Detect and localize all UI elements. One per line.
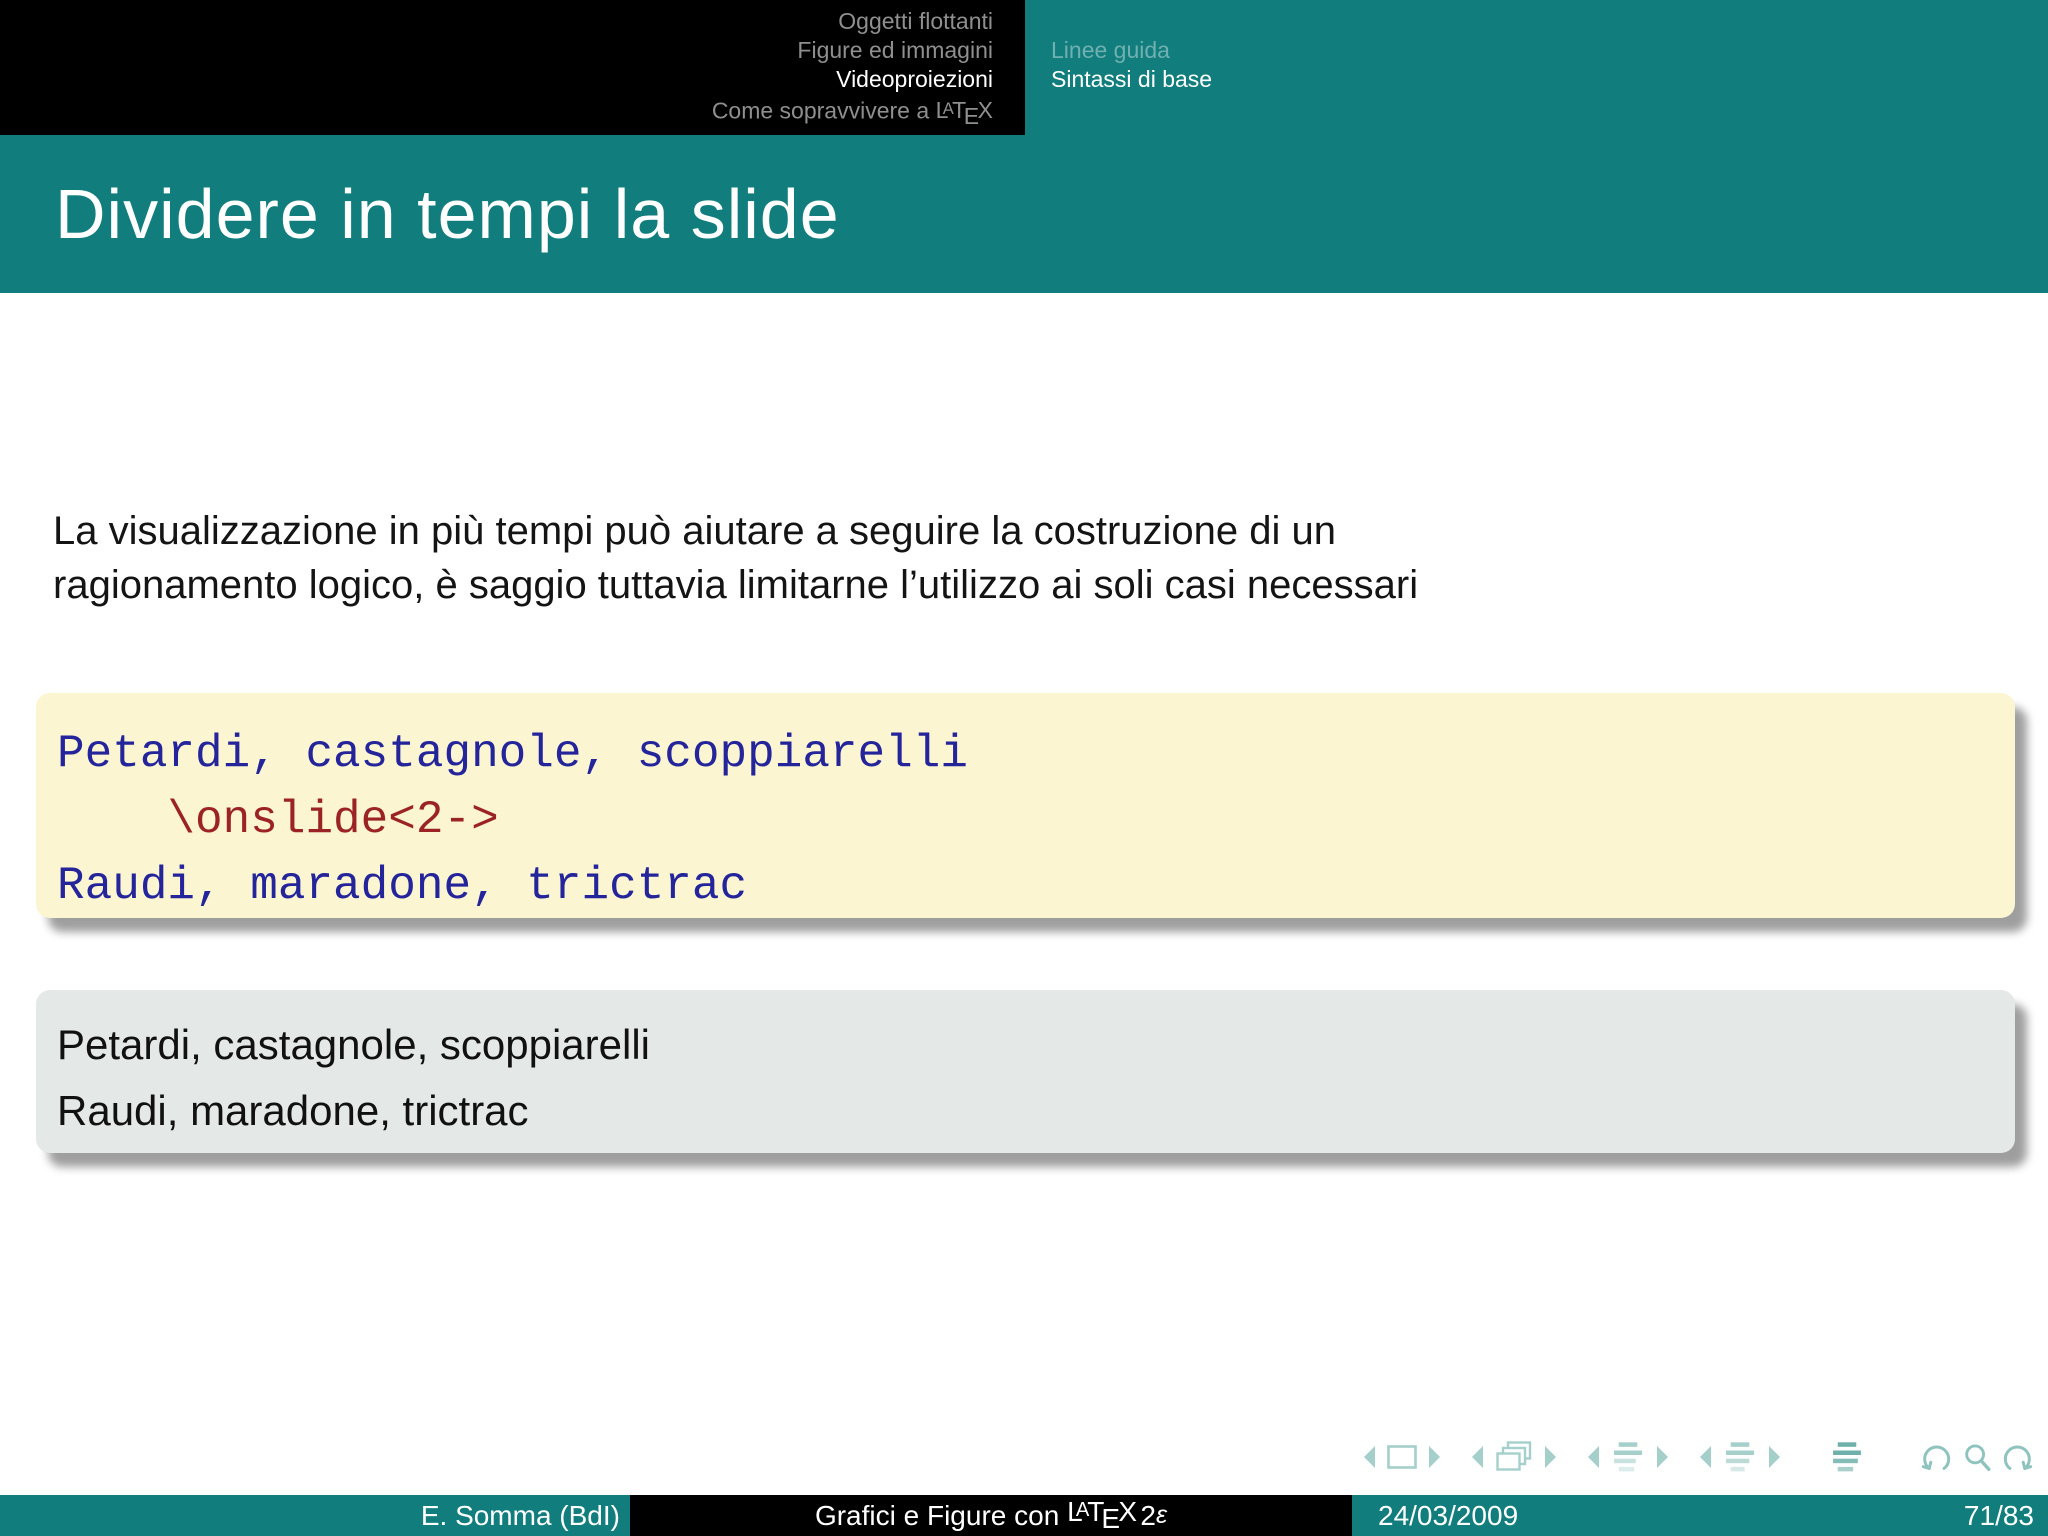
latex-logo: LATEX xyxy=(935,97,993,129)
nav-frame-stack-icon[interactable] xyxy=(1495,1441,1533,1473)
header-subsections: Linee guida Sintassi di base xyxy=(1051,36,1212,94)
example-line: Petardi, castagnole, scoppiarelli xyxy=(57,1021,651,1068)
latex-logo: LATEX xyxy=(1067,1496,1138,1534)
nav-frame-group xyxy=(1470,1441,1558,1473)
nav-tools-group xyxy=(1920,1442,2034,1473)
nav-section-next-icon[interactable] xyxy=(1767,1446,1782,1468)
nav-appendix-group xyxy=(1830,1442,1864,1472)
nav-slide-group xyxy=(1362,1445,1442,1469)
body-line: La visualizzazione in più tempi può aiut… xyxy=(53,509,1336,553)
nav-slide-icon[interactable] xyxy=(1387,1445,1417,1469)
footer-right-segment: 24/03/2009 71/83 xyxy=(1352,1495,2048,1536)
nav-section-group xyxy=(1698,1442,1782,1472)
nav-slide-next-icon[interactable] xyxy=(1427,1446,1442,1468)
footer-author-segment: E. Somma (BdI) xyxy=(0,1495,630,1536)
nav-section-prev-icon[interactable] xyxy=(1698,1446,1713,1468)
header-section-figure-ed-immagini[interactable]: Figure ed immagini xyxy=(797,36,993,65)
footer-date: 24/03/2009 xyxy=(1378,1499,1519,1531)
beamer-slide: Oggetti flottanti Figure ed immagini Vid… xyxy=(0,0,2048,1536)
header-subsection-linee-guida[interactable]: Linee guida xyxy=(1051,36,1212,65)
example-output-block: Petardi, castagnole, scoppiarelli Raudi,… xyxy=(36,990,2015,1153)
nav-subsection-group xyxy=(1586,1442,1670,1472)
footer-author: E. Somma (BdI) xyxy=(420,1499,620,1531)
example-line: Raudi, maradone, trictrac xyxy=(57,1087,529,1134)
beamer-navigation-bar xyxy=(1362,1440,2034,1474)
code-line-onslide-command: \onslide<2-> xyxy=(57,794,499,846)
footer-page-number: 71/83 xyxy=(1963,1499,2034,1531)
footer-presentation-title: Grafici e Figure con xyxy=(814,1499,1060,1531)
header-subsection-sintassi-di-base[interactable]: Sintassi di base xyxy=(1051,65,1212,94)
nav-back-icon[interactable] xyxy=(1920,1442,1954,1473)
footer-title-segment: Grafici e Figure con LATEX 2 ε xyxy=(630,1495,1352,1536)
code-block: Petardi, castagnole, scoppiarelli \onsli… xyxy=(36,693,2015,918)
nav-appendix-list-icon[interactable] xyxy=(1830,1442,1864,1472)
header-bar: Oggetti flottanti Figure ed immagini Vid… xyxy=(0,0,2048,135)
body-line: ragionamento logico, è saggio tuttavia l… xyxy=(53,563,1419,607)
nav-slide-prev-icon[interactable] xyxy=(1362,1446,1377,1468)
code-line: Petardi, castagnole, scoppiarelli xyxy=(57,728,968,780)
footer-latex-version-number: 2 xyxy=(1140,1499,1156,1531)
nav-section-list-icon[interactable] xyxy=(1723,1442,1757,1472)
title-bar: Dividere in tempi la slide xyxy=(0,135,2048,293)
header-section-label: Come sopravvivere a xyxy=(711,97,930,124)
nav-subsection-list-icon[interactable] xyxy=(1611,1442,1645,1472)
nav-subsection-next-icon[interactable] xyxy=(1655,1446,1670,1468)
frame-title: Dividere in tempi la slide xyxy=(55,175,840,253)
nav-frame-next-icon[interactable] xyxy=(1543,1446,1558,1468)
nav-frame-prev-icon[interactable] xyxy=(1470,1446,1485,1468)
nav-find-icon[interactable] xyxy=(1962,1442,1992,1473)
nav-forward-icon[interactable] xyxy=(2000,1442,2034,1473)
footer-bar: E. Somma (BdI) Grafici e Figure con LATEX… xyxy=(0,1495,2048,1536)
header-sections: Oggetti flottanti Figure ed immagini Vid… xyxy=(0,0,1025,135)
header-section-videoproiezioni[interactable]: Videoproiezioni xyxy=(836,65,993,94)
header-section-come-sopravvivere[interactable]: Come sopravvivere a LATEX xyxy=(712,94,993,131)
code-line: Raudi, maradone, trictrac xyxy=(57,860,748,912)
header-section-oggetti-flottanti[interactable]: Oggetti flottanti xyxy=(838,7,993,36)
body-paragraph: La visualizzazione in più tempi può aiut… xyxy=(53,504,1418,612)
footer-latex-version-epsilon: ε xyxy=(1155,1501,1168,1529)
nav-subsection-prev-icon[interactable] xyxy=(1586,1446,1601,1468)
